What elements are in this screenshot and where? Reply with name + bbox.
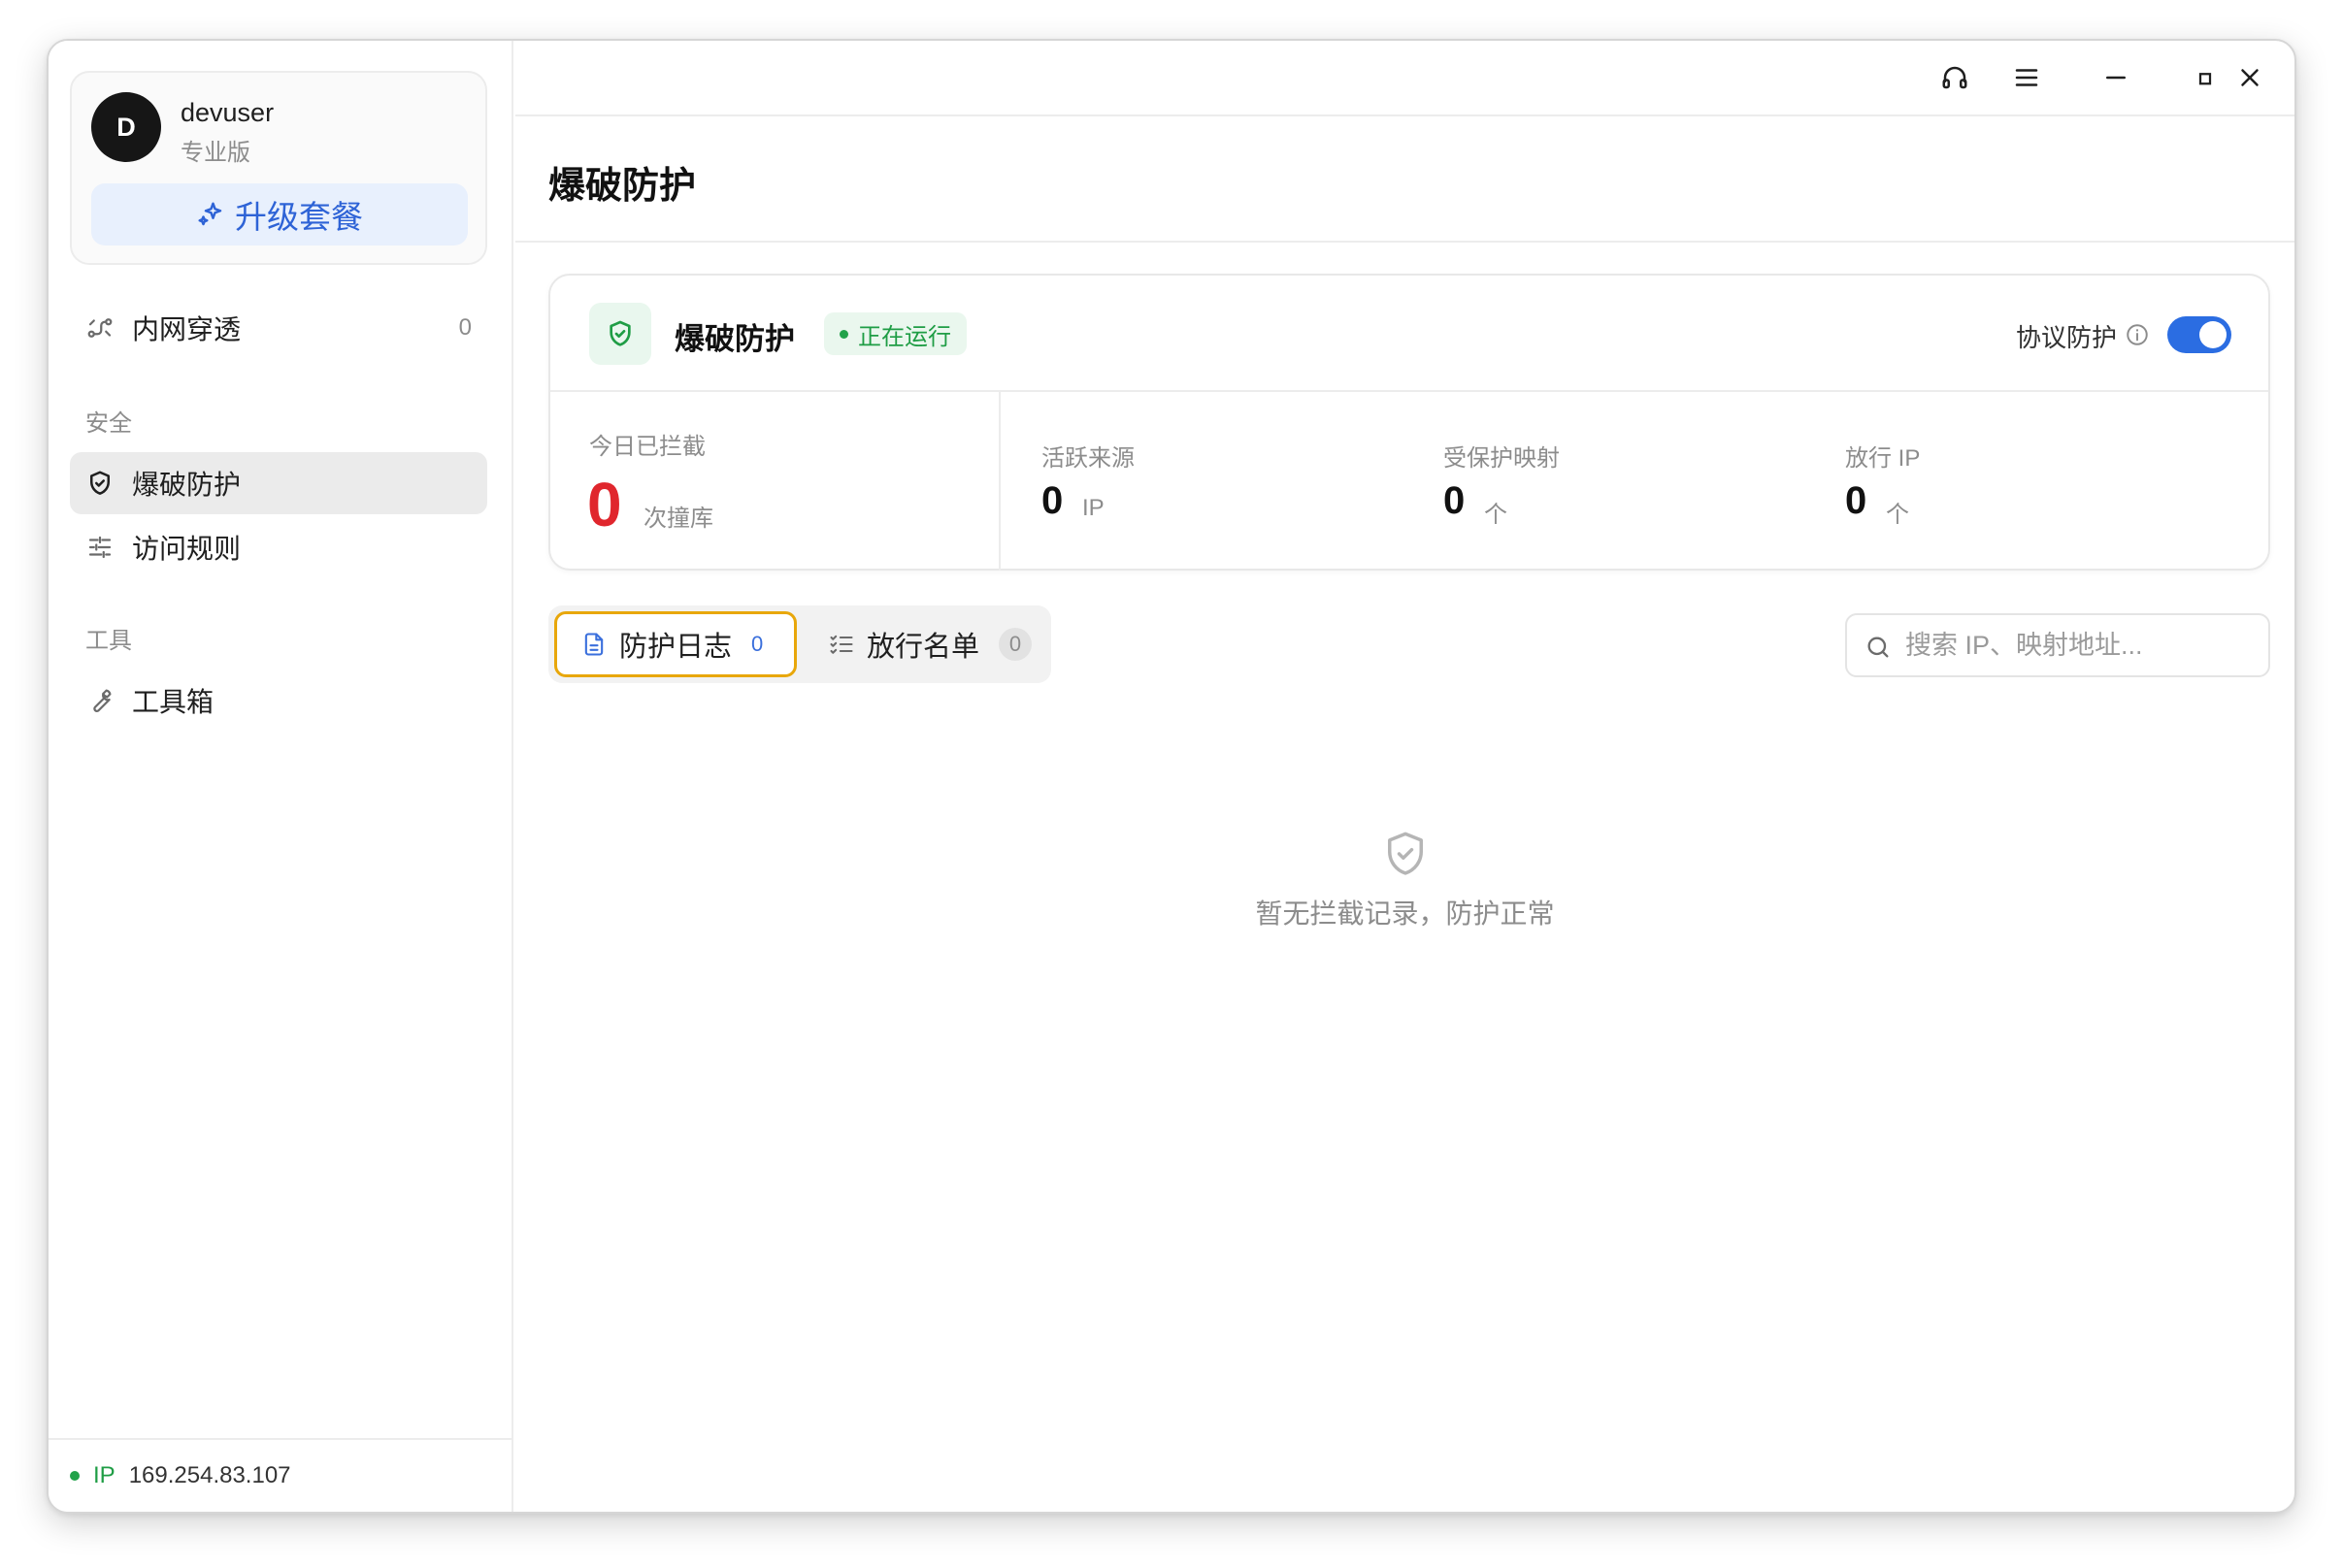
protocol-protection-label: 协议防护 (2015, 323, 2117, 352)
sidebar-item-toolbox[interactable]: 工具箱 (70, 670, 487, 732)
stat-unit: 个 (1886, 502, 1909, 528)
running-dot (840, 329, 848, 339)
sidebar-item-label: 爆破防护 (132, 470, 242, 500)
sidebar-item-brute-force[interactable]: 爆破防护 (70, 452, 487, 514)
stat-label: 活跃来源 (1041, 445, 1135, 472)
search-box (1845, 613, 2270, 677)
protection-status-card: 爆破防护 正在运行 协议防护 今日已拦截 0 次撞库 活跃来源 0 IP 受保护… (548, 274, 2270, 571)
minimize-icon (2106, 76, 2126, 80)
sidebar-item-label: 工具箱 (132, 687, 214, 717)
sidebar-item-label: 内网穿透 (132, 314, 242, 344)
shield-badge (589, 303, 651, 365)
tab-count: 0 (751, 632, 764, 656)
ip-address: 169.254.83.107 (128, 1462, 291, 1488)
user-card: D devuser 专业版 升级套餐 (70, 71, 487, 265)
shield-check-icon (610, 320, 631, 346)
sidebar-item-tunnel[interactable]: 内网穿透 0 (70, 297, 487, 359)
tab-bar: 防护日志 0 放行名单 0 (548, 605, 1051, 683)
tab-protection-log[interactable]: 防护日志 0 (554, 611, 797, 677)
document-icon (584, 633, 604, 656)
headset-icon (1942, 66, 1967, 89)
menu-icon (2015, 69, 2038, 86)
close-icon (2241, 69, 2259, 86)
stat-unit: 次撞库 (644, 506, 713, 532)
tab-label: 放行名单 (867, 632, 980, 663)
protocol-protection-toggle[interactable] (2167, 316, 2231, 353)
user-plan: 专业版 (181, 140, 250, 166)
stat-unit: 个 (1484, 502, 1507, 528)
titlebar (515, 41, 2294, 116)
status-card-header: 爆破防护 正在运行 协议防护 (550, 276, 2268, 392)
stat-value: 0 (1443, 479, 1466, 522)
wrench-icon (93, 689, 112, 712)
tab-allowlist[interactable]: 放行名单 0 (803, 611, 1045, 677)
menu-button[interactable] (2007, 58, 2046, 97)
connection-status: IP 169.254.83.107 (49, 1438, 512, 1512)
tunnel-icon (87, 318, 113, 338)
avatar[interactable]: D (91, 92, 161, 162)
tunnel-count: 0 (458, 314, 472, 341)
maximize-button[interactable] (2186, 58, 2225, 97)
upgrade-label: 升级套餐 (235, 199, 363, 235)
main-panel: 爆破防护 爆破防护 正在运行 协议防护 今日已拦截 0 次撞库 活跃来源 0 I… (515, 41, 2294, 1512)
support-button[interactable] (1935, 58, 1974, 97)
status-badge: 正在运行 (824, 312, 967, 355)
shield-check-icon (1387, 832, 1423, 875)
info-icon[interactable] (2125, 322, 2150, 347)
empty-state-text: 暂无拦截记录，防护正常 (1255, 898, 1555, 929)
status-text: 正在运行 (858, 323, 951, 350)
ip-label: IP (93, 1462, 116, 1488)
sidebar-item-label: 访问规则 (132, 534, 242, 564)
sidebar: D devuser 专业版 升级套餐 内网穿透 0 安全 爆破防护 访问规则 工… (49, 41, 513, 1512)
section-label-security: 安全 (85, 410, 132, 437)
page-header: 爆破防护 (515, 118, 2294, 243)
shield-icon (90, 471, 110, 495)
app-window: D devuser 专业版 升级套餐 内网穿透 0 安全 爆破防护 访问规则 工… (47, 39, 2296, 1514)
upgrade-button[interactable]: 升级套餐 (91, 183, 468, 245)
stat-value: 0 (1041, 479, 1064, 522)
checklist-icon (830, 635, 853, 654)
stat-unit: IP (1082, 495, 1105, 521)
stat-protected-mappings: 受保护映射 0 个 (1404, 392, 1802, 571)
maximize-icon (2198, 73, 2212, 85)
tab-count: 0 (999, 628, 1033, 661)
stat-label: 受保护映射 (1443, 445, 1560, 472)
stat-value: 0 (587, 470, 622, 539)
search-input[interactable] (1905, 625, 2255, 666)
stat-label: 放行 IP (1845, 445, 1921, 472)
sparkle-icon (198, 202, 222, 226)
close-button[interactable] (2230, 58, 2269, 97)
status-card-title: 爆破防护 (675, 322, 795, 356)
tab-label: 防护日志 (619, 632, 733, 663)
section-label-tools: 工具 (85, 628, 132, 654)
search-icon (1867, 637, 1889, 658)
stat-label: 今日已拦截 (589, 434, 706, 460)
stat-active-sources: 活跃来源 0 IP (1003, 392, 1401, 571)
sliders-icon (88, 536, 112, 559)
stat-allowed-ips: 放行 IP 0 个 (1806, 392, 2204, 571)
stat-blocked-today: 今日已拦截 0 次撞库 (550, 392, 1001, 571)
user-name: devuser (181, 98, 275, 127)
stat-value: 0 (1845, 479, 1867, 522)
page-title: 爆破防护 (548, 166, 697, 207)
minimize-button[interactable] (2096, 58, 2135, 97)
empty-state: 暂无拦截记录，防护正常 (515, 827, 2294, 931)
sidebar-item-access-rules[interactable]: 访问规则 (70, 516, 487, 578)
status-dot (70, 1471, 80, 1481)
